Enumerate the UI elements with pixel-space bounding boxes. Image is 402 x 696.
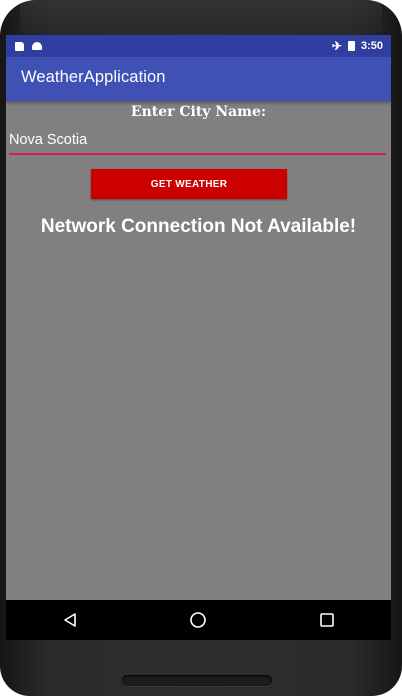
recents-button[interactable] <box>307 600 347 640</box>
airplane-mode-icon: ✈ <box>331 39 342 53</box>
back-button[interactable] <box>50 600 90 640</box>
back-icon <box>64 613 76 627</box>
app-bar: WeatherApplication <box>6 57 391 101</box>
app-title: WeatherApplication <box>21 68 166 86</box>
speaker-grille <box>122 675 272 686</box>
network-status-message: Network Connection Not Available! <box>40 216 357 237</box>
nav-bar <box>6 600 391 640</box>
android-icon <box>32 42 42 50</box>
top-bezel <box>20 0 382 34</box>
home-icon <box>190 612 207 628</box>
home-button[interactable] <box>178 600 218 640</box>
get-weather-button[interactable]: GET WEATHER <box>91 169 287 199</box>
battery-icon <box>347 41 355 51</box>
device-frame: ✈ 3:50 WeatherApplication Enter City Nam… <box>0 0 402 696</box>
city-label: Enter City Name: <box>130 104 267 120</box>
status-time: 3:50 <box>360 40 383 52</box>
recents-icon <box>320 613 334 627</box>
status-bar: ✈ 3:50 <box>6 35 391 57</box>
sd-card-icon <box>15 41 24 51</box>
city-input[interactable] <box>9 129 386 155</box>
screen: ✈ 3:50 WeatherApplication Enter City Nam… <box>6 35 391 640</box>
